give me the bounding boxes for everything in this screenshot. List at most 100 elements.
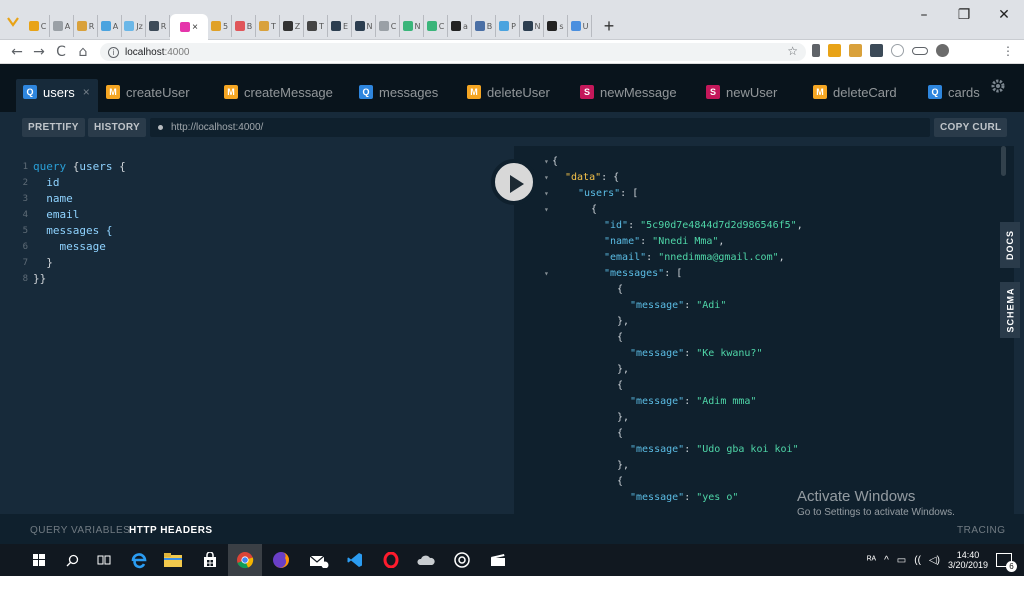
- execute-query-button[interactable]: [491, 159, 537, 205]
- bookmark-star-icon[interactable]: ☆: [787, 44, 798, 58]
- browser-tabs: C A R A Jz R × 5 B T Z T E N C N Ca B P Ns U +: [26, 12, 618, 40]
- start-button[interactable]: [22, 544, 56, 576]
- profile-avatar[interactable]: [936, 44, 949, 57]
- browser-tab[interactable]: a: [448, 15, 472, 37]
- tracing-tab[interactable]: TRACING: [957, 525, 1006, 536]
- playground-tab-cards[interactable]: Qcards: [928, 77, 980, 111]
- firefox-icon[interactable]: [264, 544, 298, 576]
- collapse-arrow-icon[interactable]: ▾: [544, 202, 549, 218]
- browser-tab[interactable]: N: [400, 15, 424, 37]
- video-editor-icon[interactable]: [481, 544, 515, 576]
- browser-tab[interactable]: A: [98, 15, 122, 37]
- mail-icon[interactable]: [302, 544, 336, 576]
- browser-tab-label: C: [438, 21, 445, 31]
- browser-tab[interactable]: Z: [280, 15, 304, 37]
- clock[interactable]: 14:40 3/20/2019: [948, 550, 988, 570]
- maximize-button[interactable]: ❐: [944, 0, 984, 30]
- browser-tab[interactable]: E: [328, 15, 352, 37]
- playground-tab-createUser[interactable]: McreateUser: [106, 77, 190, 111]
- query-editor[interactable]: 1 query {users {2 id 3 name 4 email 5 messag…: [0, 146, 514, 514]
- browser-tab[interactable]: Jz: [122, 15, 146, 37]
- browser-tab[interactable]: R: [146, 15, 170, 37]
- reload-button[interactable]: C: [50, 44, 72, 60]
- result-viewer[interactable]: ▾{▾ "data": {▾ "users": [▾{"id": "5c90d7e4…: [514, 146, 1014, 514]
- minimize-button[interactable]: –: [904, 0, 944, 30]
- browser-tab[interactable]: C: [26, 15, 50, 37]
- opera-icon[interactable]: [374, 544, 408, 576]
- settings-gear-icon[interactable]: [990, 78, 1006, 94]
- browser-tab[interactable]: A: [50, 15, 74, 37]
- browser-tab[interactable]: B: [232, 15, 256, 37]
- show-hidden-icons-icon[interactable]: ^: [884, 555, 889, 566]
- tab-favicon-icon: [499, 21, 510, 31]
- media-player-icon[interactable]: [445, 544, 479, 576]
- query-variables-tab[interactable]: QUERY VARIABLES: [30, 525, 130, 536]
- address-port: :4000: [164, 46, 190, 58]
- browser-tab[interactable]: 5: [208, 15, 232, 37]
- playground-tab-createMessage[interactable]: McreateMessage: [224, 77, 333, 111]
- wifi-icon[interactable]: ((: [914, 555, 921, 566]
- copy-curl-button[interactable]: COPY CURL: [934, 118, 1008, 137]
- edge-icon[interactable]: [122, 544, 156, 576]
- history-button[interactable]: HISTORY: [88, 118, 146, 137]
- result-scrollbar[interactable]: [1001, 146, 1006, 176]
- docs-tab[interactable]: DOCS: [1000, 222, 1020, 268]
- search-icon[interactable]: [55, 544, 89, 576]
- browser-tab[interactable]: s: [544, 15, 568, 37]
- playground-tab-messages[interactable]: Qmessages: [359, 77, 438, 111]
- result-punctuation: {: [617, 284, 624, 295]
- schema-tab[interactable]: SCHEMA: [1000, 282, 1020, 338]
- playground-tab-deleteUser[interactable]: MdeleteUser: [467, 77, 550, 111]
- collapse-arrow-icon[interactable]: ▾: [544, 154, 549, 170]
- back-button[interactable]: ←: [6, 44, 28, 60]
- browser-tab[interactable]: C: [424, 15, 448, 37]
- store-icon[interactable]: [193, 544, 227, 576]
- browser-tab-active[interactable]: ×: [170, 14, 208, 40]
- network-icon[interactable]: ▭: [897, 555, 906, 566]
- playground-tab-deleteCard[interactable]: MdeleteCard: [813, 77, 897, 111]
- vscode-icon[interactable]: [338, 544, 372, 576]
- playground-tab-newMessage[interactable]: SnewMessage: [580, 77, 677, 111]
- extension-icon[interactable]: [870, 44, 883, 57]
- site-info-icon[interactable]: i: [108, 46, 119, 58]
- browser-menu-icon[interactable]: ⋮: [1002, 44, 1014, 58]
- tab-search-icon[interactable]: [6, 14, 20, 28]
- browser-tab[interactable]: U: [568, 15, 592, 37]
- browser-tab[interactable]: N: [352, 15, 376, 37]
- playground-tab-newUser[interactable]: SnewUser: [706, 77, 777, 111]
- address-bar[interactable]: i localhost:4000 ☆: [100, 43, 806, 61]
- endpoint-input[interactable]: http://localhost:4000/: [150, 118, 930, 137]
- browser-tab[interactable]: T: [256, 15, 280, 37]
- close-tab-icon[interactable]: ×: [83, 85, 90, 99]
- browser-tab[interactable]: B: [472, 15, 496, 37]
- browser-tab[interactable]: T: [304, 15, 328, 37]
- people-icon[interactable]: ᴿᴬ: [867, 555, 876, 566]
- task-view-icon[interactable]: [87, 544, 121, 576]
- new-tab-button[interactable]: +: [600, 16, 618, 37]
- result-punctuation: ,: [718, 236, 725, 247]
- browser-tab[interactable]: N: [520, 15, 544, 37]
- chrome-icon[interactable]: [228, 544, 262, 576]
- close-window-button[interactable]: ✕: [984, 0, 1024, 30]
- browser-tab[interactable]: C: [376, 15, 400, 37]
- collapse-arrow-icon[interactable]: ▾: [544, 266, 549, 282]
- onedrive-icon[interactable]: [409, 544, 443, 576]
- home-button[interactable]: ⌂: [72, 44, 94, 60]
- extension-icon[interactable]: [828, 44, 841, 57]
- collapse-arrow-icon[interactable]: ▾: [544, 186, 549, 202]
- extension-icon[interactable]: [849, 44, 862, 57]
- browser-tab[interactable]: R: [74, 15, 98, 37]
- http-headers-tab[interactable]: HTTP HEADERS: [129, 525, 213, 536]
- playground-tab-users[interactable]: Qusers ×: [16, 79, 98, 113]
- extension-icon[interactable]: [812, 44, 820, 57]
- browser-tab[interactable]: P: [496, 15, 520, 37]
- prettify-button[interactable]: PRETTIFY: [22, 118, 85, 137]
- file-explorer-icon[interactable]: [156, 544, 190, 576]
- volume-icon[interactable]: ◁): [929, 555, 940, 566]
- collapse-arrow-icon[interactable]: ▾: [544, 170, 549, 186]
- close-tab-icon[interactable]: ×: [192, 22, 198, 33]
- forward-button[interactable]: →: [28, 44, 50, 60]
- extension-icon[interactable]: [912, 46, 928, 55]
- extension-icon[interactable]: [891, 44, 904, 57]
- notification-center-icon[interactable]: 6: [996, 553, 1017, 572]
